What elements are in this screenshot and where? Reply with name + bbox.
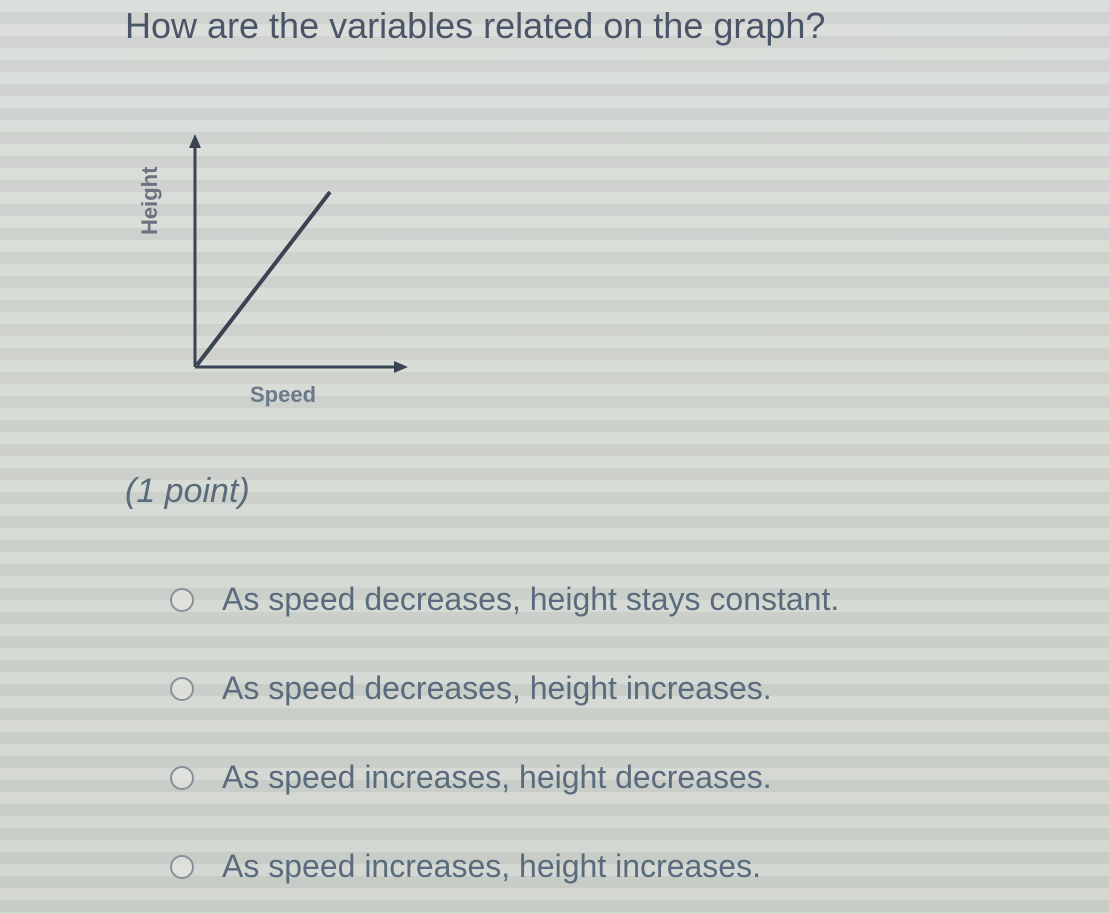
options-container: As speed decreases, height stays constan… [170,581,1109,885]
option-row[interactable]: As speed decreases, height increases. [170,670,1109,707]
x-axis-label: Speed [250,382,316,408]
graph-svg [185,132,415,382]
graph-container: Height Speed [150,132,410,412]
radio-button[interactable] [170,766,194,790]
points-label: (1 point) [125,472,1109,511]
radio-button[interactable] [170,855,194,879]
radio-button[interactable] [170,677,194,701]
y-axis-label: Height [137,167,163,235]
option-row[interactable]: As speed increases, height increases. [170,848,1109,885]
option-row[interactable]: As speed decreases, height stays constan… [170,581,1109,618]
question-text: How are the variables related on the gra… [125,0,1109,47]
option-text: As speed increases, height increases. [222,848,761,885]
option-text: As speed increases, height decreases. [222,759,772,796]
option-text: As speed decreases, height increases. [222,670,772,707]
radio-button[interactable] [170,588,194,612]
option-text: As speed decreases, height stays constan… [222,581,839,618]
option-row[interactable]: As speed increases, height decreases. [170,759,1109,796]
